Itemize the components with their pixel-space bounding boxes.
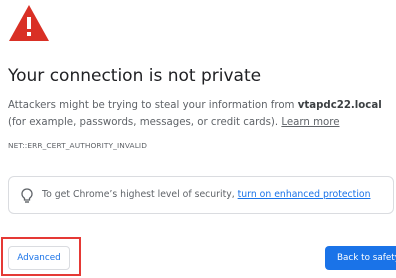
learn-more-link[interactable]: Learn more (281, 117, 339, 128)
enhanced-protection-prefix: To get Chrome’s highest level of securit… (42, 189, 238, 200)
host-name: vtapdc22.local (297, 100, 382, 111)
lightbulb-icon (21, 188, 33, 203)
warning-triangle-icon (9, 5, 49, 41)
advanced-button[interactable]: Advanced (8, 246, 70, 270)
description-suffix: (for example, passwords, messages, or cr… (8, 117, 282, 128)
enhanced-protection-link[interactable]: turn on enhanced protection (238, 189, 371, 200)
error-code: NET::ERR_CERT_AUTHORITY_INVALID (8, 141, 147, 150)
enhanced-protection-banner: To get Chrome’s highest level of securit… (8, 176, 394, 214)
enhanced-protection-text: To get Chrome’s highest level of securit… (42, 189, 370, 200)
description-prefix: Attackers might be trying to steal your … (8, 100, 298, 111)
back-to-safety-button[interactable]: Back to safety (325, 246, 396, 270)
error-description: Attackers might be trying to steal your … (8, 97, 394, 131)
privacy-error-page: Your connection is not private Attackers… (0, 0, 396, 278)
page-title: Your connection is not private (8, 66, 262, 86)
